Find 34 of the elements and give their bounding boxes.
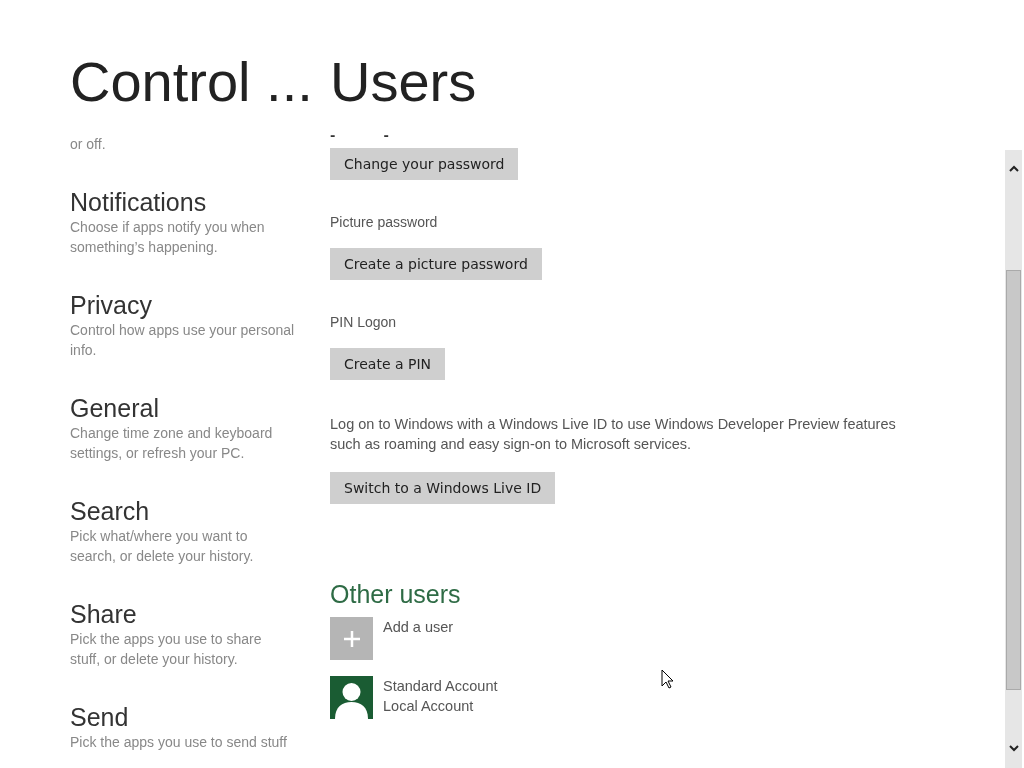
user-avatar[interactable]	[330, 676, 373, 719]
scrollbar[interactable]	[1005, 150, 1022, 768]
setting-heading[interactable]: Share	[70, 599, 330, 629]
setting-description: Control how apps use your personal info.	[70, 321, 295, 360]
dash-mark: -	[330, 130, 336, 144]
add-user-tile[interactable]	[330, 617, 373, 660]
setting-description: or off.	[70, 135, 107, 154]
setting-description: Choose if apps notify you when something’s happening.	[70, 218, 266, 257]
mouse-cursor-icon	[661, 669, 674, 689]
plus-icon	[342, 629, 361, 648]
setting-heading[interactable]: Send	[70, 702, 330, 732]
info-text: Log on to Windows with a Windows Live ID to use Windows Developer Preview features such as roaming and easy sign-on to Microsoft services.	[330, 415, 897, 454]
other-users-heading: Other users	[330, 580, 461, 609]
user-name[interactable]: Standard Account	[383, 676, 498, 696]
setting-description: Pick the apps you use to share stuff, or delete your history.	[70, 630, 263, 669]
action-button[interactable]: Create a picture password	[330, 248, 542, 280]
setting-heading[interactable]: General	[70, 393, 330, 423]
dash-mark: -	[383, 130, 389, 144]
setting-heading[interactable]: Notifications	[70, 187, 330, 217]
scroll-thumb[interactable]	[1006, 270, 1021, 690]
page-title: Control ...	[70, 50, 314, 114]
section-title: Users	[330, 50, 478, 114]
setting-description: Change time zone and keyboard settings, or refresh your PC.	[70, 424, 274, 463]
action-button[interactable]: Create a PIN	[330, 348, 446, 380]
option-label: Picture password	[330, 214, 438, 230]
option-label: PIN Logon	[330, 314, 397, 330]
setting-description: Pick the apps you use to send stuff	[70, 733, 288, 752]
user-name[interactable]: Add a user	[383, 617, 454, 637]
action-button[interactable]: Switch to a Windows Live ID	[330, 472, 556, 504]
setting-description: Pick what/where you want to search, or delete your history.	[70, 527, 255, 566]
setting-heading[interactable]: Search	[70, 496, 330, 526]
user-name[interactable]: Local Account	[383, 696, 498, 716]
action-button[interactable]: Change your password	[330, 148, 519, 180]
setting-heading[interactable]: Privacy	[70, 290, 330, 320]
